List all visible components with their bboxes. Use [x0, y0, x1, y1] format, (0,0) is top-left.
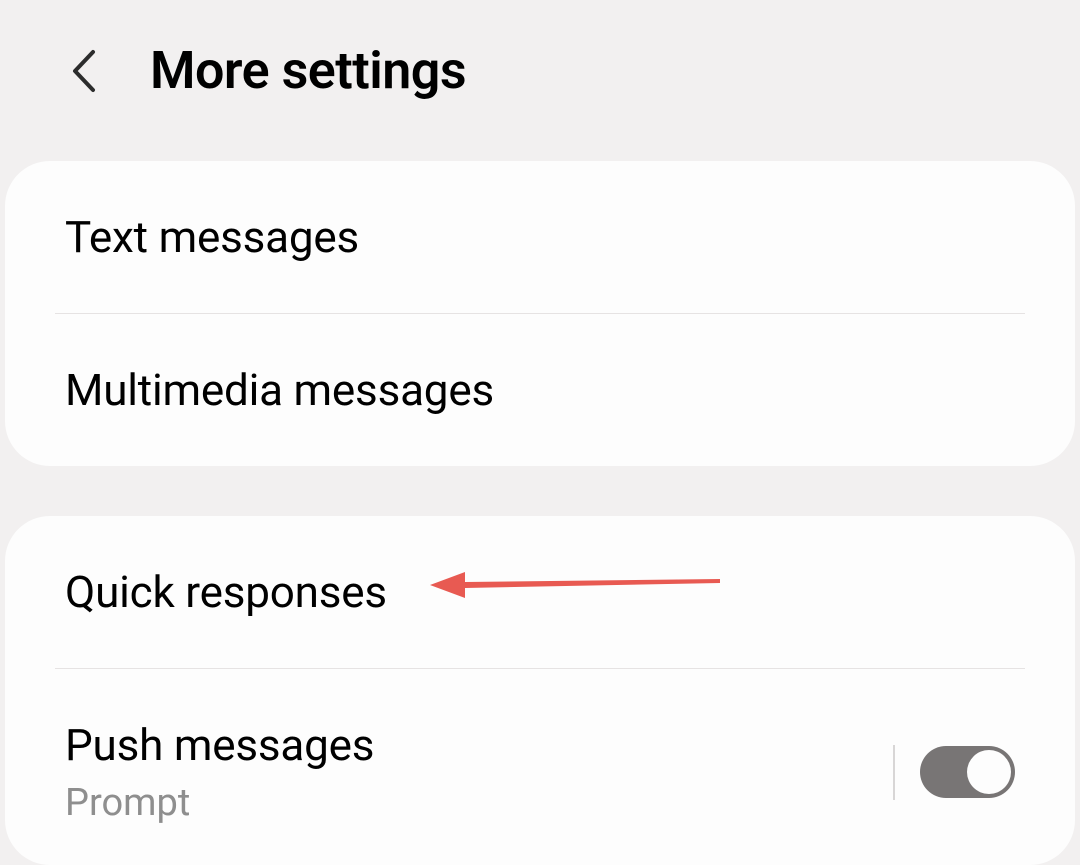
settings-card-responses: Quick responses Push messages Prompt	[5, 516, 1075, 865]
settings-card-messaging: Text messages Multimedia messages	[5, 161, 1075, 466]
toggle-knob	[967, 750, 1011, 794]
chevron-left-icon	[69, 48, 97, 94]
header-bar: More settings	[0, 0, 1080, 161]
settings-item-multimedia-messages[interactable]: Multimedia messages	[5, 314, 1075, 466]
settings-item-text-messages[interactable]: Text messages	[5, 161, 1075, 313]
page-title: More settings	[150, 40, 466, 101]
toggle-container	[893, 745, 1015, 800]
item-label: Text messages	[65, 211, 359, 263]
settings-item-quick-responses[interactable]: Quick responses	[5, 516, 1075, 668]
push-messages-toggle[interactable]	[920, 746, 1015, 798]
toggle-separator	[893, 745, 895, 800]
item-label: Push messages	[65, 719, 374, 771]
item-sublabel: Prompt	[65, 781, 374, 825]
item-label: Multimedia messages	[65, 364, 494, 416]
back-button[interactable]	[65, 46, 100, 96]
item-label: Quick responses	[65, 566, 387, 618]
